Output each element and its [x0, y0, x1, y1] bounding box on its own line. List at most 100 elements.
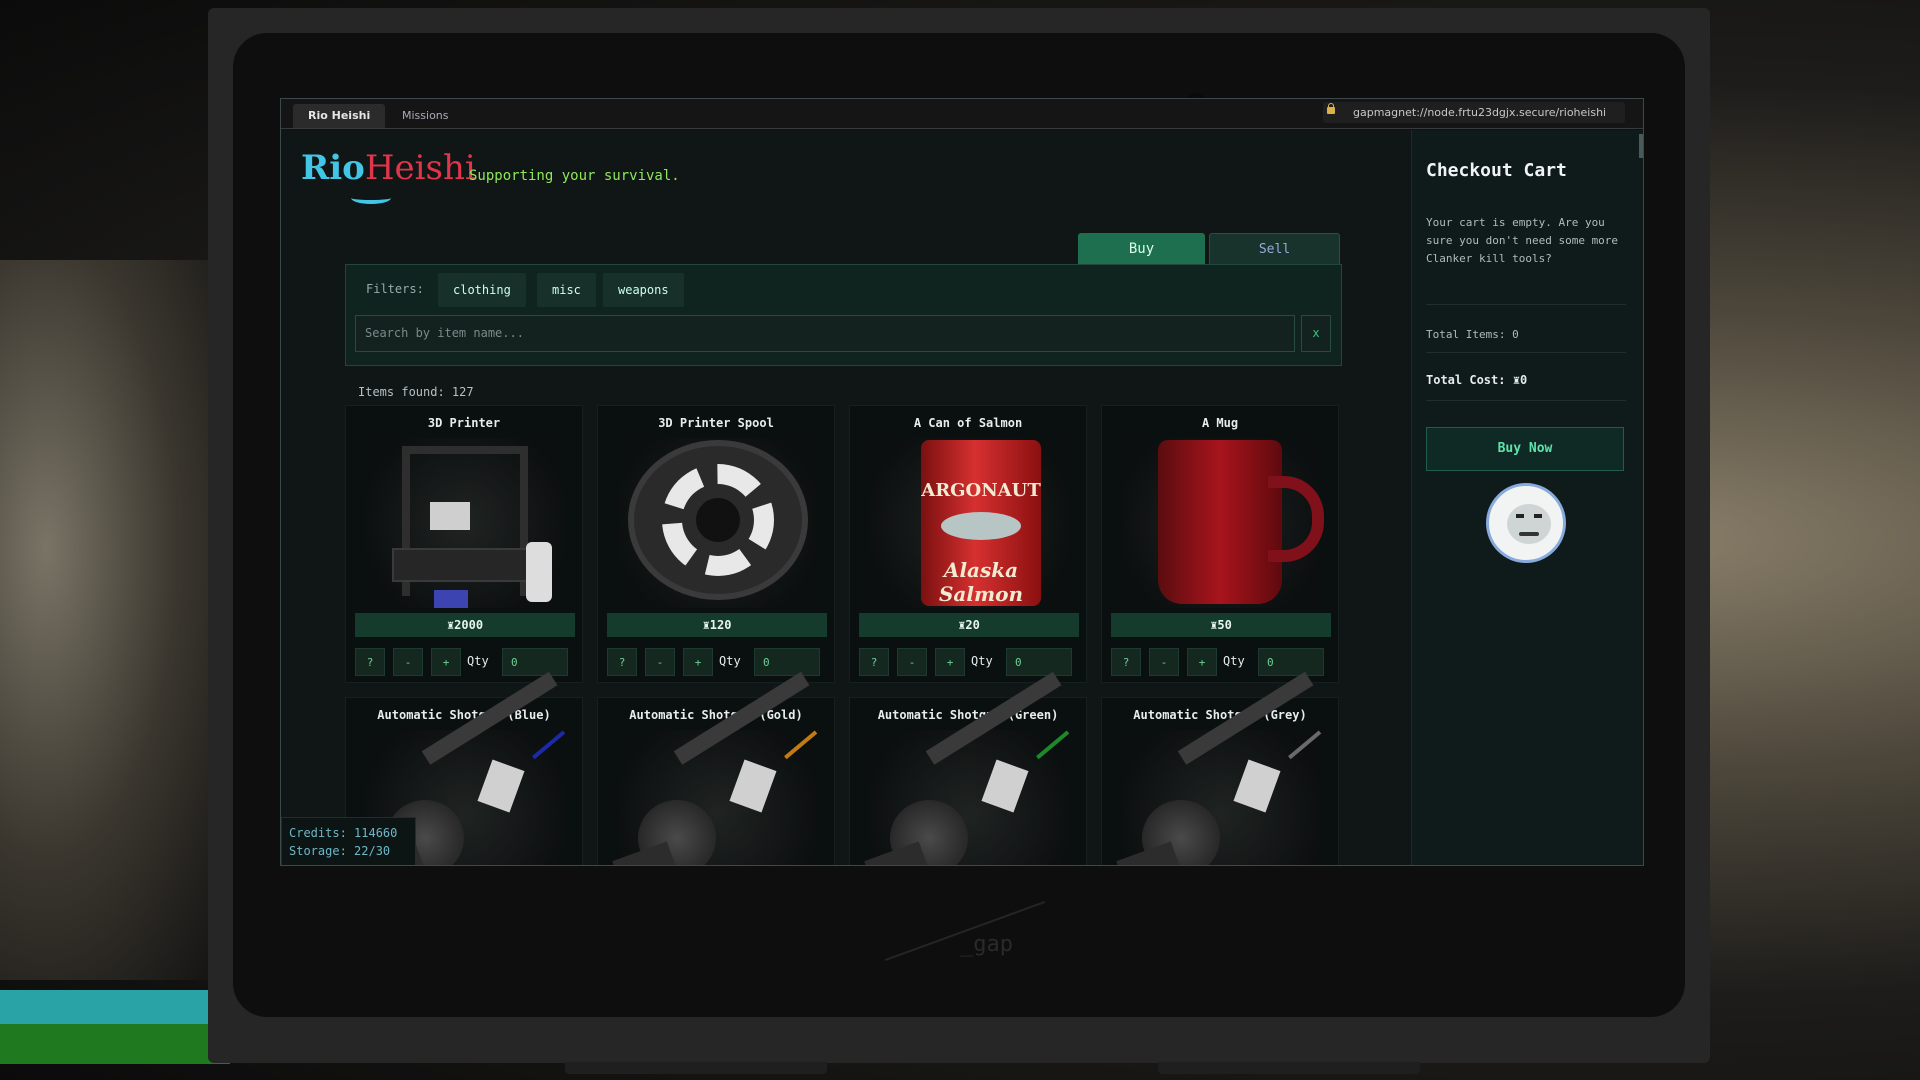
- printer-screen: [434, 590, 468, 608]
- items-found-count: Items found: 127: [358, 385, 474, 399]
- item-card[interactable]: A Can of Salmon ARGONAUT Alaska Salmon ♜…: [849, 405, 1087, 683]
- tab-sell[interactable]: Sell: [1209, 233, 1340, 265]
- item-info-button[interactable]: ?: [1111, 648, 1141, 676]
- mouth-icon: [1519, 532, 1539, 536]
- background-left: [0, 260, 230, 980]
- can-label: Alaska Salmon: [938, 558, 1024, 606]
- qty-increase-button[interactable]: +: [1187, 648, 1217, 676]
- scrollbar[interactable]: [1639, 134, 1643, 158]
- price-value: 20: [965, 618, 980, 632]
- lock-icon: [1327, 103, 1335, 114]
- item-image-spool: [618, 438, 816, 608]
- background-strip: [0, 1024, 230, 1064]
- qty-input[interactable]: 0: [502, 648, 568, 676]
- total-cost-label: Total Cost:: [1426, 373, 1506, 387]
- cart-title: Checkout Cart: [1426, 160, 1567, 181]
- item-name: Automatic Shotgun (Gold): [629, 708, 803, 722]
- divider: [1426, 352, 1626, 353]
- credits-readout: Credits: 114660: [289, 826, 398, 840]
- item-price: ♜50: [1111, 613, 1331, 637]
- shotgun-grip: [981, 759, 1029, 813]
- can-brand: ARGONAUT: [921, 480, 1041, 501]
- logo-swish: [351, 192, 391, 204]
- item-name: 3D Printer Spool: [658, 416, 774, 430]
- salmon-can: ARGONAUT Alaska Salmon: [921, 440, 1041, 606]
- spool-outer: [628, 440, 808, 600]
- qty-label: Qty: [971, 654, 993, 668]
- qty-decrease-button[interactable]: -: [645, 648, 675, 676]
- divider: [1426, 400, 1626, 401]
- printer-head: [430, 502, 470, 530]
- player-status: Credits: 114660 Storage: 22/30: [281, 817, 416, 865]
- monitor-brand: _gap: [960, 932, 1013, 957]
- browser-bar: Rio Heishi Missions gapmagnet://node.frt…: [281, 99, 1643, 129]
- item-image-mug: [1122, 438, 1324, 608]
- shotgun-grip: [1233, 759, 1281, 813]
- item-card[interactable]: 3D Printer Spool ♜120 ? - + Qty 0: [597, 405, 835, 683]
- qty-increase-button[interactable]: +: [935, 648, 965, 676]
- logo-rio: Rio: [301, 148, 365, 188]
- item-name: Automatic Shotgun (Blue): [377, 708, 551, 722]
- item-card[interactable]: Automatic Shotgun (Gold): [597, 671, 835, 865]
- item-image-salmon-can: ARGONAUT Alaska Salmon: [870, 438, 1068, 608]
- item-image-shotgun-green: [864, 671, 1070, 865]
- shotgun-grip: [729, 759, 777, 813]
- item-price: ♜20: [859, 613, 1079, 637]
- item-info-button[interactable]: ?: [859, 648, 889, 676]
- item-card[interactable]: 3D Printer ♜2000 ? - + Qty 0: [345, 405, 583, 683]
- storage-readout: Storage: 22/30: [289, 844, 391, 858]
- filter-chip-misc[interactable]: misc: [537, 273, 596, 307]
- qty-increase-button[interactable]: +: [683, 648, 713, 676]
- item-name: A Can of Salmon: [913, 416, 1023, 430]
- eye-icon: [1516, 514, 1524, 518]
- item-image-shotgun-grey: [1116, 671, 1322, 865]
- clear-search-button[interactable]: x: [1301, 315, 1331, 352]
- background-strip: [0, 990, 230, 1024]
- mug-handle: [1268, 476, 1324, 562]
- item-card[interactable]: Automatic Shotgun (Grey): [1101, 671, 1339, 865]
- logo-heishi: Heishi: [364, 148, 476, 188]
- filter-chip-weapons[interactable]: weapons: [603, 273, 684, 307]
- eye-icon: [1534, 514, 1542, 518]
- qty-label: Qty: [1223, 654, 1245, 668]
- shotgun-grip: [477, 759, 525, 813]
- tagline: Supporting your survival.: [469, 168, 680, 184]
- mug-body: [1158, 440, 1282, 604]
- qty-input[interactable]: 0: [754, 648, 820, 676]
- price-value: 120: [709, 618, 732, 632]
- printer-spool: [526, 542, 552, 602]
- item-name: Automatic Shotgun (Green): [877, 708, 1059, 722]
- buy-now-button[interactable]: Buy Now: [1426, 427, 1624, 471]
- filters-label: Filters:: [366, 282, 424, 296]
- item-name: 3D Printer: [427, 416, 501, 430]
- filter-chip-clothing[interactable]: clothing: [438, 273, 526, 307]
- item-info-button[interactable]: ?: [607, 648, 637, 676]
- search-input[interactable]: Search by item name...: [355, 315, 1295, 352]
- fish-icon: [941, 512, 1021, 540]
- item-image-shotgun-gold: [612, 671, 818, 865]
- qty-input[interactable]: 0: [1258, 648, 1324, 676]
- tab-missions[interactable]: Missions: [387, 104, 464, 128]
- price-value: 2000: [454, 618, 484, 632]
- qty-decrease-button[interactable]: -: [897, 648, 927, 676]
- color-accent: [532, 730, 566, 760]
- address-bar[interactable]: gapmagnet://node.frtu23dgjx.secure/riohe…: [1323, 102, 1625, 123]
- color-accent: [1036, 730, 1070, 760]
- qty-decrease-button[interactable]: -: [393, 648, 423, 676]
- qty-label: Qty: [467, 654, 489, 668]
- app-screen: Rio Heishi Missions gapmagnet://node.frt…: [280, 98, 1644, 866]
- qty-decrease-button[interactable]: -: [1149, 648, 1179, 676]
- item-info-button[interactable]: ?: [355, 648, 385, 676]
- item-card[interactable]: A Mug ♜50 ? - + Qty 0: [1101, 405, 1339, 683]
- logo[interactable]: RioHeishi: [301, 150, 476, 186]
- tab-rio-heishi[interactable]: Rio Heishi: [293, 104, 386, 128]
- qty-increase-button[interactable]: +: [431, 648, 461, 676]
- tab-buy[interactable]: Buy: [1078, 233, 1205, 265]
- item-name: Automatic Shotgun (Grey): [1133, 708, 1307, 722]
- monitor-foot: [1158, 1062, 1420, 1074]
- item-card[interactable]: Automatic Shotgun (Green): [849, 671, 1087, 865]
- printer-base: [392, 548, 542, 582]
- item-image-3d-printer: [366, 438, 564, 608]
- color-accent: [1288, 730, 1322, 760]
- qty-input[interactable]: 0: [1006, 648, 1072, 676]
